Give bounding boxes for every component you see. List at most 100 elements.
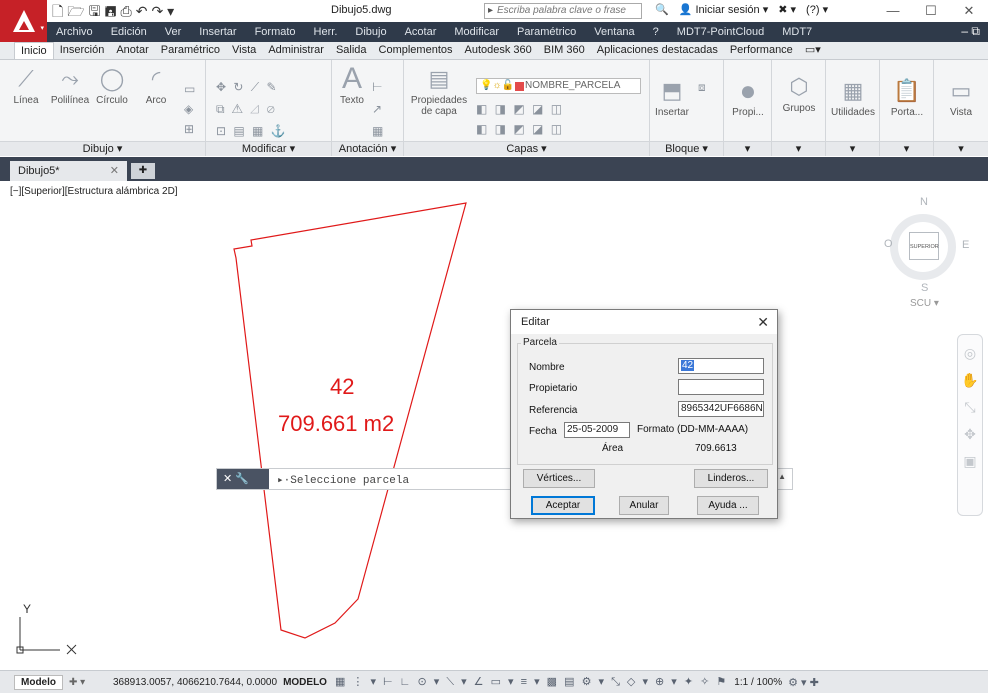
modify-tools-row3[interactable]: ⊡ ▤ ▦ ⚓	[216, 124, 288, 138]
panel-portapapeles-dropdown[interactable]: ▾	[880, 141, 933, 156]
leader-icon[interactable]: ↗	[372, 102, 384, 116]
layer-tools-row2[interactable]: ◧ ◨ ◩ ◪ ◫	[476, 122, 564, 136]
menu-parametrico[interactable]: Paramétrico	[508, 26, 585, 38]
new-file-icon[interactable]: 🗋	[52, 3, 63, 19]
steering-wheel-icon[interactable]: ◎	[958, 345, 982, 362]
menu-mdt7[interactable]: MDT7	[773, 26, 821, 38]
close-icon[interactable]: ✕	[223, 473, 232, 485]
nombre-field[interactable]: 42	[678, 358, 764, 374]
menu-ver[interactable]: Ver	[156, 26, 191, 38]
layer-tools-row1[interactable]: ◧ ◨ ◩ ◪ ◫	[476, 102, 564, 116]
coordinates-readout[interactable]: 368913.0057, 4066210.7644, 0.0000	[113, 677, 277, 688]
table-icon[interactable]: ▦	[372, 124, 385, 138]
viewcube[interactable]: SUPERIOR N S E O	[880, 196, 970, 306]
rectangle-icon[interactable]: ▭	[184, 82, 197, 96]
ribbon-options-icon[interactable]: ▭▾	[799, 42, 827, 59]
pan-hand-icon[interactable]: ✋	[958, 372, 982, 389]
ayuda-button[interactable]: Ayuda ...	[697, 496, 759, 515]
panel-utilidades-dropdown[interactable]: ▾	[826, 141, 879, 156]
linderos-button[interactable]: Linderos...	[694, 469, 768, 488]
region-icon[interactable]: ⊞	[184, 122, 196, 136]
panel-grupos-dropdown[interactable]: ▾	[772, 141, 825, 156]
grupos-button[interactable]: ⬡ Grupos	[778, 74, 820, 114]
showmotion-icon[interactable]: ▣	[958, 453, 982, 470]
linea-button[interactable]: ⟋ Línea	[6, 66, 46, 106]
block-tools[interactable]: ⧈	[698, 80, 708, 95]
ucs-dropdown[interactable]: SCU ▾	[910, 298, 939, 309]
texto-button[interactable]: A Texto	[334, 64, 370, 107]
menu-ventana[interactable]: Ventana	[585, 26, 643, 38]
tab-inicio[interactable]: Inicio	[14, 42, 54, 59]
arco-button[interactable]: ◜ Arco	[136, 66, 176, 106]
referencia-field[interactable]: 8965342UF6686N	[678, 401, 764, 417]
tab-performance[interactable]: Performance	[724, 42, 799, 59]
panel-dibujo-title[interactable]: Dibujo ▾	[0, 141, 205, 156]
panel-propiedades-dropdown[interactable]: ▾	[724, 141, 771, 156]
insertar-button[interactable]: ⬒ Insertar	[652, 78, 692, 118]
tab-vista[interactable]: Vista	[226, 42, 262, 59]
dialog-close-icon[interactable]: ✕	[757, 310, 769, 334]
maximize-button[interactable]: ☐	[912, 0, 950, 22]
drafting-toggles[interactable]: ▦ ⋮ ▾ ⊢ ∟ ⊙ ▾ ⟍ ▾ ∠ ▭ ▾ ≡ ▾ ▩ ▤ ⚙ ▾ ⤡ ◇ …	[335, 675, 728, 689]
anular-button[interactable]: Anular	[619, 496, 669, 515]
menu-herr[interactable]: Herr.	[305, 26, 347, 38]
layer-dropdown[interactable]: 💡☼🔓 NOMBRE_PARCELA	[476, 78, 641, 94]
help-button[interactable]: (?) ▾	[806, 3, 828, 16]
application-menu-button[interactable]: ▾	[0, 0, 47, 42]
propietario-field[interactable]	[678, 379, 764, 395]
menu-close-icon[interactable]: – ⧉	[961, 24, 980, 39]
tab-bim-360[interactable]: BIM 360	[538, 42, 591, 59]
binoculars-icon[interactable]: 🔍	[655, 3, 669, 16]
porta-button[interactable]: 📋 Porta...	[886, 78, 928, 118]
tab-complementos[interactable]: Complementos	[373, 42, 459, 59]
viewcube-south[interactable]: S	[921, 282, 928, 294]
vertices-button[interactable]: Vértices...	[523, 469, 595, 488]
menu-dibujo[interactable]: Dibujo	[346, 26, 395, 38]
orbit-icon[interactable]: ✥	[958, 426, 982, 443]
utilidades-button[interactable]: ▦ Utilidades	[828, 78, 878, 118]
zoom-icon[interactable]: ⤡	[958, 399, 982, 416]
settings-gear-icon[interactable]: ⚙ ▾ ✚	[788, 676, 819, 689]
new-tab-button[interactable]: ✚	[131, 163, 155, 179]
close-window-button[interactable]: ✕	[950, 0, 988, 22]
close-icon[interactable]: ✕	[110, 161, 119, 181]
circulo-button[interactable]: ◯ Círculo	[92, 66, 132, 106]
panel-modificar-title[interactable]: Modificar ▾	[206, 141, 331, 156]
customize-wrench-icon[interactable]: 🔧	[235, 473, 249, 485]
propiedades-capa-button[interactable]: ▤ Propiedades de capa	[408, 66, 470, 117]
minimize-button[interactable]: —	[874, 0, 912, 22]
tab-insercion[interactable]: Inserción	[54, 42, 111, 59]
tab-administrar[interactable]: Administrar	[262, 42, 330, 59]
polilinea-button[interactable]: ⤳ Polilínea	[48, 66, 92, 106]
viewcube-face[interactable]: SUPERIOR	[909, 232, 939, 260]
command-history-icon[interactable]: ▲	[778, 472, 786, 481]
redo-icon[interactable]: ↷	[151, 3, 163, 19]
undo-icon[interactable]: ↶	[136, 3, 148, 19]
viewcube-west[interactable]: O	[884, 238, 893, 250]
menu-acotar[interactable]: Acotar	[396, 26, 446, 38]
menu-formato[interactable]: Formato	[246, 26, 305, 38]
hatch-icon[interactable]: ◈	[184, 102, 195, 116]
menu-help[interactable]: ?	[644, 26, 668, 38]
viewcube-north[interactable]: N	[920, 196, 928, 208]
dimension-icon[interactable]: ⊢	[372, 80, 384, 94]
print-icon[interactable]: ⎙	[121, 3, 132, 19]
exchange-icon[interactable]: ✖ ▾	[778, 3, 796, 16]
menu-insertar[interactable]: Insertar	[190, 26, 245, 38]
menu-edicion[interactable]: Edición	[102, 26, 156, 38]
search-input[interactable]: Escriba palabra clave o frase	[484, 3, 642, 19]
menu-archivo[interactable]: Archivo	[47, 26, 102, 38]
viewcube-east[interactable]: E	[962, 239, 969, 251]
vista-button[interactable]: ▭ Vista	[940, 78, 982, 118]
tab-salida[interactable]: Salida	[330, 42, 373, 59]
save-icon[interactable]: 🖫	[89, 3, 101, 19]
fecha-field[interactable]: 25-05-2009	[564, 422, 630, 438]
drawing-area[interactable]: [−][Superior][Estructura alámbrica 2D] Y…	[0, 181, 988, 670]
panel-capas-title[interactable]: Capas ▾	[404, 141, 649, 156]
menu-modificar[interactable]: Modificar	[445, 26, 508, 38]
model-tab[interactable]: Modelo	[14, 674, 63, 690]
tab-anotar[interactable]: Anotar	[110, 42, 154, 59]
doc-tab-dibujo5[interactable]: Dibujo5* ✕	[10, 161, 127, 181]
layout-tabs-control[interactable]: ✚ ▾	[69, 677, 109, 688]
modify-tools-row2[interactable]: ⧉ ⚠ ◿ ⌀	[216, 102, 277, 117]
